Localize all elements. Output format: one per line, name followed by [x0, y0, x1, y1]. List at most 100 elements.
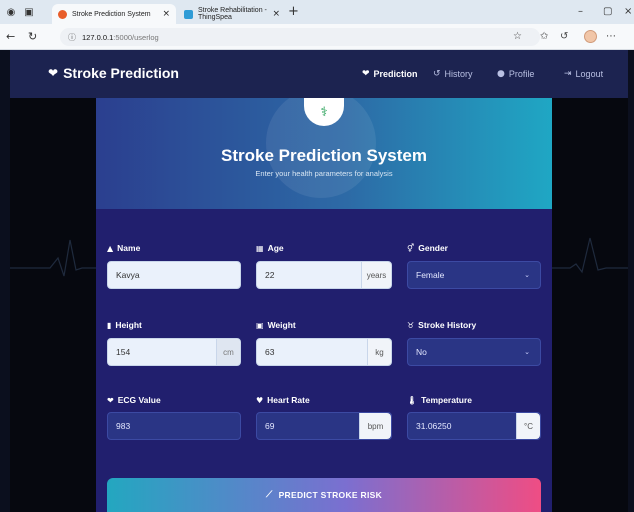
height-label-text: Height: [115, 320, 142, 330]
heart-rate-field[interactable]: 69 bpm: [256, 412, 392, 440]
browser-tab-active[interactable]: Stroke Prediction System ×: [52, 4, 176, 24]
ecg-field[interactable]: 983: [107, 412, 241, 440]
address-bar[interactable]: ⓘ 127.0.0.1 :5000/userlog: [60, 28, 540, 46]
history-icon[interactable]: ↺: [560, 31, 568, 42]
heart-rate-label: ♥ Heart Rate: [256, 395, 310, 405]
close-tab-icon[interactable]: ×: [162, 9, 170, 19]
weight-label-text: Weight: [267, 320, 296, 330]
nav-history[interactable]: ↺ History: [433, 69, 473, 79]
age-value: 22: [265, 270, 275, 280]
user-circle-icon: ●: [497, 69, 505, 79]
page-subtitle: Enter your health parameters for analysi…: [255, 169, 393, 178]
heart-rate-value: 69: [265, 421, 275, 431]
reload-icon[interactable]: ↻: [28, 30, 37, 43]
heart-pulse-icon: ❤: [48, 66, 59, 80]
calendar-icon: ▦: [256, 243, 264, 253]
name-field[interactable]: Kavya: [107, 261, 241, 289]
heart-icon: ♥: [256, 395, 264, 405]
browser-toolbar: ← ↻ ⓘ 127.0.0.1 :5000/userlog ☆ ✩ ↺ ⋯: [0, 24, 634, 50]
stroke-history-select[interactable]: No ⌄: [407, 338, 541, 366]
name-value: Kavya: [116, 270, 140, 280]
browser-tab[interactable]: Stroke Rehabilitation - ThingSpea ×: [178, 4, 286, 24]
back-icon[interactable]: ←: [6, 30, 15, 43]
temperature-unit: °C: [516, 413, 540, 439]
gender-label: ⚥ Gender: [407, 243, 448, 253]
tab-favicon-icon: [184, 9, 193, 19]
tab-title: Stroke Prediction System: [72, 10, 151, 18]
nav-profile-label: Profile: [508, 69, 535, 79]
weight-label: ▣ Weight: [256, 320, 296, 330]
height-label: ▮ Height: [107, 320, 142, 330]
browser-tab-strip: ◉ ▣ Stroke Prediction System × Stroke Re…: [0, 0, 634, 24]
history-icon: ↺: [433, 69, 441, 79]
stroke-history-value: No: [416, 347, 427, 357]
chevron-down-icon: ⌄: [524, 271, 530, 279]
gender-select[interactable]: Female ⌄: [407, 261, 541, 289]
ecg-label: ❤ ECG Value: [107, 395, 161, 405]
url-path: :5000/userlog: [113, 32, 159, 42]
age-field[interactable]: 22 years: [256, 261, 392, 289]
nav-logout[interactable]: ⇥ Logout: [564, 69, 603, 79]
nav-prediction[interactable]: ❤ Prediction: [362, 69, 418, 79]
brand-label: Stroke Prediction: [63, 65, 179, 81]
favorites-icon[interactable]: ✩: [540, 31, 548, 42]
heart-rate-unit: bpm: [359, 413, 391, 439]
stroke-history-label: ♉ Stroke History: [407, 320, 476, 330]
close-tab-icon[interactable]: ×: [272, 9, 280, 19]
profile-avatar[interactable]: [584, 30, 597, 43]
thermometer-icon: 🌡: [407, 395, 418, 405]
predict-button-label: PREDICT STROKE RISK: [278, 490, 383, 500]
browser-menu-icon[interactable]: ◉: [4, 5, 18, 19]
temperature-value: 31.06250: [416, 421, 452, 431]
weight-unit: kg: [367, 339, 391, 365]
chevron-down-icon: ⌄: [524, 348, 530, 356]
temperature-label: 🌡 Temperature: [407, 395, 472, 405]
user-icon: ▲: [107, 243, 114, 253]
gender-value: Female: [416, 270, 445, 280]
close-window-icon[interactable]: ×: [624, 6, 632, 17]
height-unit: cm: [216, 339, 240, 365]
gender-label-text: Gender: [418, 243, 448, 253]
new-tab-icon[interactable]: +: [288, 4, 299, 19]
app-navbar: ❤ Stroke Prediction ❤ Prediction ↺ Histo…: [10, 50, 628, 98]
site-info-icon[interactable]: ⓘ: [68, 32, 76, 43]
heart-pulse-icon: ❤: [362, 69, 370, 79]
more-menu-icon[interactable]: ⋯: [606, 31, 616, 42]
stroke-history-label-text: Stroke History: [418, 320, 477, 330]
temperature-field[interactable]: 31.06250 °C: [407, 412, 541, 440]
url-host: 127.0.0.1: [82, 32, 114, 42]
predict-button[interactable]: ⟋ PREDICT STROKE RISK: [107, 478, 541, 512]
hero-banner: ⚕ Stroke Prediction System Enter your he…: [96, 98, 552, 209]
minimize-icon[interactable]: –: [578, 6, 583, 17]
age-label-text: Age: [267, 243, 284, 253]
brand[interactable]: ❤ Stroke Prediction: [48, 65, 179, 81]
age-label: ▦ Age: [256, 243, 284, 253]
nav-logout-label: Logout: [575, 69, 604, 79]
heart-rate-label-text: Heart Rate: [267, 395, 310, 405]
weight-field[interactable]: 63 kg: [256, 338, 392, 366]
weight-value: 63: [265, 347, 275, 357]
gender-icon: ⚥: [407, 243, 415, 253]
nav-profile[interactable]: ● Profile: [497, 69, 534, 79]
ruler-icon: ▮: [107, 320, 112, 330]
nav-history-label: History: [444, 69, 473, 79]
name-label: ▲ Name: [107, 243, 140, 253]
nav-prediction-label: Prediction: [373, 69, 418, 79]
maximize-icon[interactable]: ▢: [603, 6, 612, 17]
chart-line-icon: ⟋: [265, 490, 273, 500]
favorite-star-icon[interactable]: ☆: [513, 31, 522, 42]
ecg-label-text: ECG Value: [117, 395, 161, 405]
history-icon: ♉: [407, 320, 415, 330]
name-label-text: Name: [117, 243, 141, 253]
page-title: Stroke Prediction System: [221, 146, 427, 165]
heart-pulse-icon: ❤: [107, 395, 114, 405]
logout-icon: ⇥: [564, 69, 572, 79]
tab-actions-icon[interactable]: ▣: [22, 5, 36, 19]
prediction-card: ⚕ Stroke Prediction System Enter your he…: [96, 98, 552, 512]
height-value: 154: [116, 347, 131, 357]
ecg-value: 983: [116, 421, 131, 431]
height-field[interactable]: 154 cm: [107, 338, 241, 366]
scale-icon: ▣: [256, 320, 264, 330]
age-unit: years: [361, 262, 391, 288]
tab-favicon-icon: [58, 9, 67, 19]
